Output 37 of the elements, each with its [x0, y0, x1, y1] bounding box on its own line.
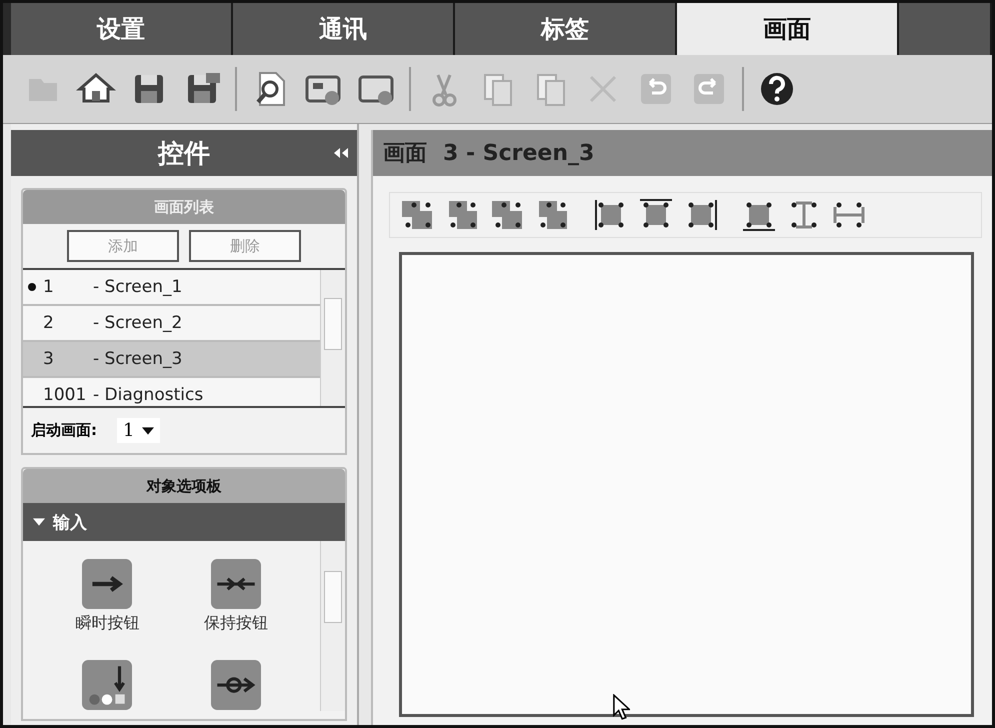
section-title: 画面列表 [154, 198, 214, 216]
toggle-icon[interactable] [210, 660, 261, 710]
mouse-pointer-icon [612, 694, 630, 720]
category-header[interactable]: 输入 [23, 503, 345, 541]
editor-title: 3 - Screen_3 [443, 140, 594, 166]
scrollbar[interactable] [320, 541, 345, 711]
screen-number: 1001 [42, 385, 88, 405]
screen-number: 2 [42, 313, 55, 333]
converging-arrows-icon[interactable] [210, 559, 261, 609]
panel-title: 控件 [158, 138, 210, 170]
section-title: 对象选项板 [146, 476, 222, 496]
screen-list-item[interactable]: 3 - Screen_3 [23, 342, 320, 378]
slider-icon[interactable] [82, 660, 132, 710]
screen-list-item[interactable]: 1 - Screen_1 [23, 270, 320, 306]
collapse-icon[interactable] [333, 147, 349, 159]
tab[interactable]: 标签 [455, 3, 677, 55]
screen-number: 3 [42, 349, 55, 369]
caret-icon [142, 426, 154, 434]
screen-list-item[interactable]: 2 - Screen_2 [23, 306, 320, 342]
screen-name: - Screen_2 [93, 313, 182, 333]
screen-canvas[interactable] [399, 252, 974, 717]
screen-name: - Screen_1 [93, 277, 182, 297]
screen-list-item[interactable]: 1001 - Diagnostics [23, 378, 320, 406]
startup-label: 启动画面: [31, 421, 97, 440]
screen-name: - Diagnostics [93, 385, 204, 405]
palette-item-label: 瞬时按钮 [75, 613, 140, 634]
screen-name: - Screen_3 [93, 349, 182, 369]
category-title: 输入 [53, 512, 87, 534]
palette-item-label: 保持按钮 [204, 613, 268, 634]
tab[interactable]: 设置 [11, 3, 233, 55]
tab[interactable]: 通讯 [233, 3, 455, 55]
tab[interactable]: 画面 [677, 3, 899, 55]
startup-dropdown[interactable]: 1 [117, 418, 160, 443]
caret-icon [33, 518, 45, 526]
screen-number: 1 [42, 277, 55, 297]
scrollbar[interactable] [320, 270, 345, 406]
editor-label: 画面 [383, 140, 427, 168]
